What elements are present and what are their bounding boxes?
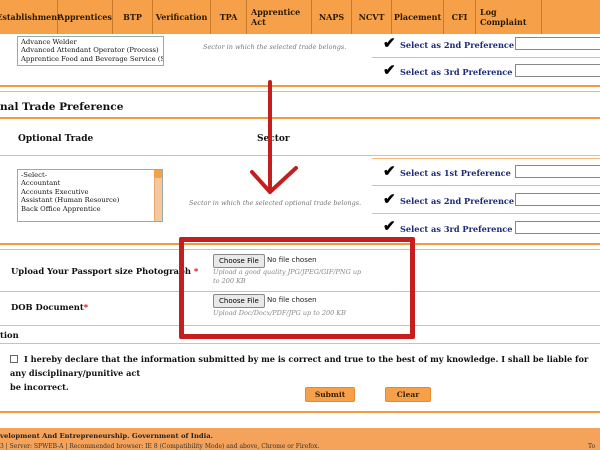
list-item[interactable]: Advanced Attendant Operator (Process) <box>21 46 160 54</box>
nav-ncvt[interactable]: NCVT <box>352 0 392 34</box>
opt-pref-3rd-input[interactable] <box>515 221 600 234</box>
check-icon: ✔ <box>383 217 396 235</box>
select-3rd-pref-label[interactable]: Select as 3rd Preference <box>400 224 513 234</box>
nav-tpa[interactable]: TPA <box>211 0 247 34</box>
list-item[interactable]: Back Office Apprentice <box>21 205 159 213</box>
footer-line1: velopment And Entrepreneurship. Governme… <box>0 432 214 440</box>
check-icon: ✔ <box>383 34 396 52</box>
check-icon: ✔ <box>383 162 396 180</box>
optional-sector-hint: Sector in which the selected optional tr… <box>189 199 362 207</box>
list-item[interactable]: Accounts Executive <box>21 188 159 196</box>
nav-cfi[interactable]: CFI <box>444 0 476 34</box>
nav-apprentices[interactable]: Apprentices <box>58 0 113 34</box>
footer-line2: 3 | Server: SPWEB-A | Recommended browse… <box>0 443 320 450</box>
nav-btp[interactable]: BTP <box>113 0 153 34</box>
list-item[interactable]: -Select- <box>21 171 159 179</box>
nav-log-complaint[interactable]: Log Complaint <box>476 0 542 34</box>
highlight-box <box>179 237 415 339</box>
pref-3rd-input[interactable] <box>515 64 600 77</box>
nav-apprentice-act[interactable]: Apprentice Act <box>247 0 312 34</box>
check-icon: ✔ <box>383 190 396 208</box>
top-nav: Establishment Apprentices BTP Verificati… <box>0 0 600 34</box>
select-2nd-pref-label[interactable]: Select as 2nd Preference <box>400 196 514 206</box>
list-item[interactable]: Assistant (Human Resource) <box>21 196 159 204</box>
nav-placement[interactable]: Placement <box>392 0 444 34</box>
photo-upload-label: Upload Your Passport size Photograph * <box>11 266 199 276</box>
declaration-checkbox[interactable] <box>10 355 18 363</box>
section-title: nal Trade Preference <box>0 101 124 113</box>
list-item[interactable]: Accountant <box>21 179 159 187</box>
select-1st-pref-label[interactable]: Select as 1st Preference <box>400 168 511 178</box>
sector-hint: Sector in which the selected trade belon… <box>203 43 347 51</box>
select-3rd-pref-label[interactable]: Select as 3rd Preference <box>400 67 513 77</box>
clear-button[interactable]: Clear <box>385 387 431 402</box>
footer-right: To <box>588 443 596 450</box>
optional-trade-listbox[interactable]: -Select- Accountant Accounts Executive A… <box>17 169 163 222</box>
opt-pref-1st-input[interactable] <box>515 165 600 178</box>
list-item[interactable]: Advance Welder <box>21 38 160 46</box>
trade-listbox[interactable]: Advance Welder Advanced Attendant Operat… <box>17 36 164 66</box>
check-icon: ✔ <box>383 61 396 79</box>
col-optional-trade: Optional Trade <box>18 134 94 144</box>
arrow-down-icon <box>250 80 298 194</box>
select-2nd-pref-label[interactable]: Select as 2nd Preference <box>400 40 514 50</box>
pref-2nd-input[interactable] <box>515 37 600 50</box>
submit-button[interactable]: Submit <box>305 387 355 402</box>
nav-naps[interactable]: NAPS <box>312 0 352 34</box>
opt-pref-2nd-input[interactable] <box>515 193 600 206</box>
scroll-up-icon[interactable] <box>154 170 162 178</box>
footer: velopment And Entrepreneurship. Governme… <box>0 428 600 450</box>
dob-document-label: DOB Document* <box>11 302 89 312</box>
list-item[interactable]: Apprentice Food and Beverage Service (St… <box>21 55 163 63</box>
nav-verification[interactable]: Verification <box>153 0 211 34</box>
nav-establishment[interactable]: Establishment <box>0 0 61 34</box>
declaration-heading: tion <box>0 330 19 340</box>
